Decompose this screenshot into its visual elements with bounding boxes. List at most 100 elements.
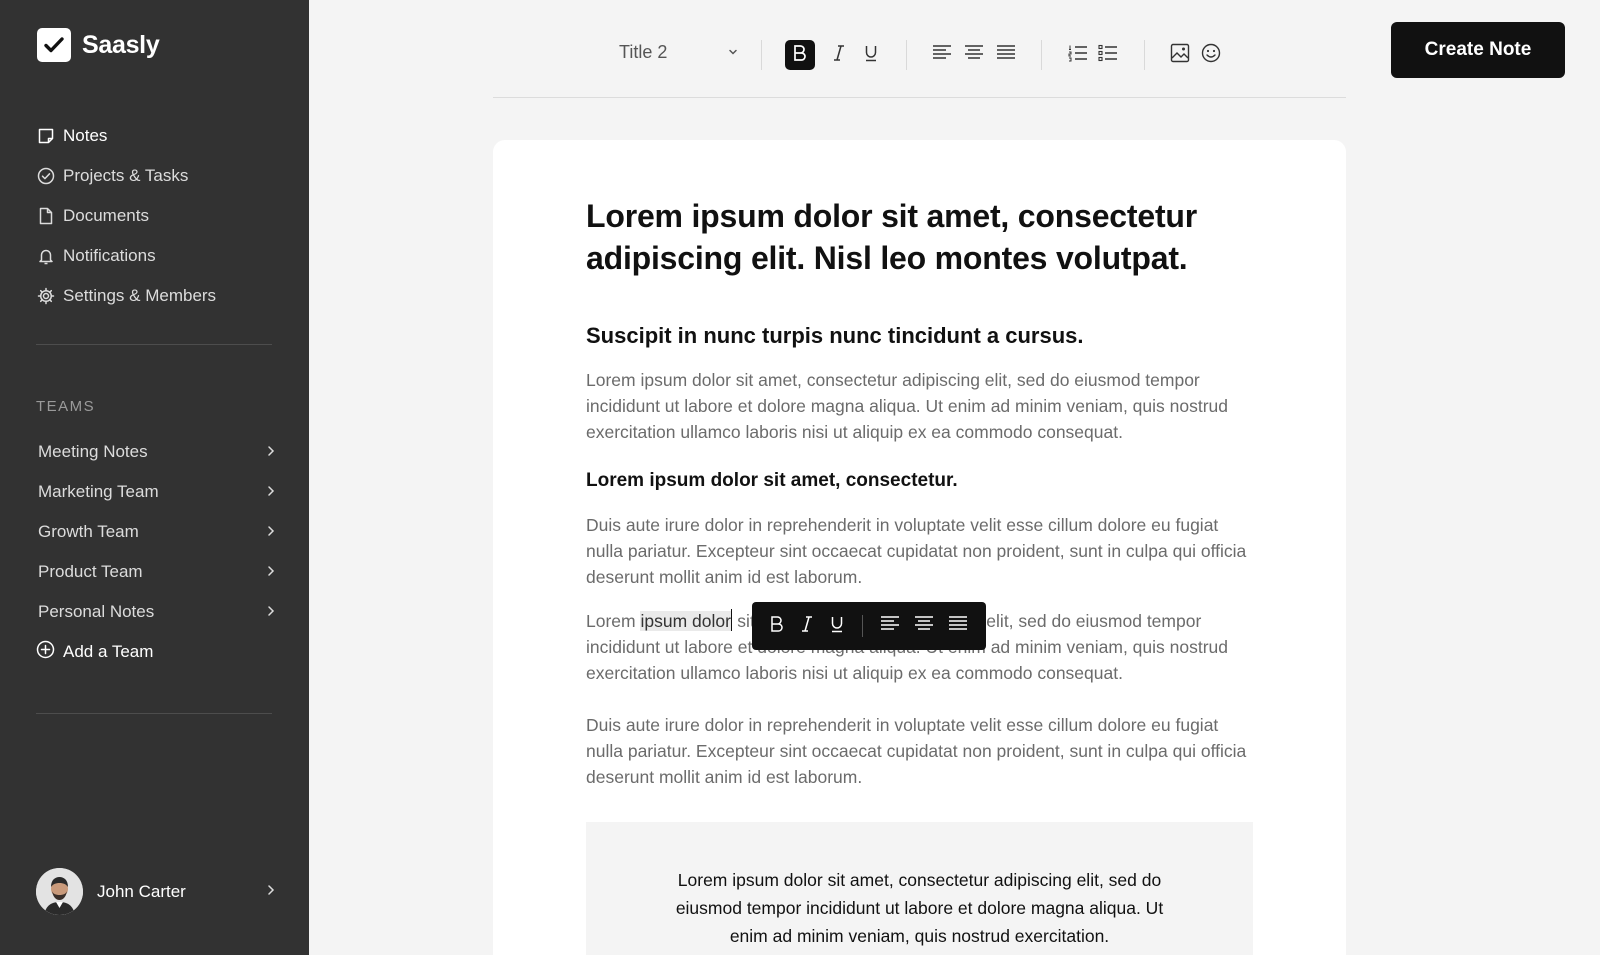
toolbar-separator [761,40,762,70]
nav-item-label: Notes [63,126,108,145]
note-title[interactable]: Lorem ipsum dolor sit amet, consectetur … [586,195,1256,279]
insert-image-button[interactable] [1165,40,1195,70]
toolbar-separator [1041,40,1042,70]
chevron-right-icon [266,482,276,502]
nav-item-notes[interactable]: Notes [36,116,276,156]
underline-button[interactable] [856,40,886,70]
align-center-icon [914,615,934,637]
ordered-list-button[interactable] [1063,40,1093,70]
note-paragraph[interactable]: Duis aute irure dolor in reprehenderit i… [586,512,1256,590]
bullet-list-button[interactable] [1093,40,1123,70]
inline-underline-button[interactable] [822,611,852,641]
chevron-down-icon [727,42,739,63]
nav-item-label: Settings & Members [63,286,217,305]
align-center-button[interactable] [959,40,989,70]
align-justify-icon [948,615,968,637]
selected-text[interactable]: ipsum dolor [640,611,731,631]
nav-item-documents[interactable]: Documents [36,196,276,236]
align-justify-icon [996,44,1016,66]
team-item-product-team[interactable]: Product Team [36,552,276,592]
italic-icon [831,44,847,67]
chevron-right-icon [266,562,276,582]
bold-icon [769,615,785,638]
note-paragraph[interactable]: Duis aute irure dolor in reprehenderit i… [586,712,1256,790]
logo-check-icon [37,28,71,62]
toolbar-separator [1144,40,1145,70]
document-icon [36,207,55,226]
team-label: Meeting Notes [38,442,148,461]
team-item-meeting-notes[interactable]: Meeting Notes [36,432,276,472]
italic-button[interactable] [824,40,854,70]
gear-icon [36,287,55,306]
team-label: Product Team [38,562,143,581]
nav-item-notifications[interactable]: Notifications [36,236,276,276]
bold-icon [792,44,808,67]
underline-icon [829,615,845,638]
quote-block[interactable]: Lorem ipsum dolor sit amet, consectetur … [586,822,1253,955]
align-left-button[interactable] [927,40,957,70]
add-team-label: Add a Team [63,642,154,661]
nav-item-settings-members[interactable]: Settings & Members [36,276,276,316]
team-label: Personal Notes [38,602,155,621]
italic-icon [799,615,815,638]
check-circle-icon [36,167,55,186]
brand-name: Saasly [82,30,160,59]
align-center-icon [964,44,984,66]
inline-align-justify-button[interactable] [943,611,973,641]
align-right-button[interactable] [991,40,1021,70]
emoji-icon [1201,43,1221,68]
image-icon [1170,43,1190,68]
nav-item-projects-tasks[interactable]: Projects & Tasks [36,156,276,196]
chevron-right-icon [266,602,276,622]
team-item-growth-team[interactable]: Growth Team [36,512,276,552]
paragraph-text: Lorem [586,611,641,631]
nav-item-label: Documents [63,206,149,225]
align-left-icon [932,44,952,66]
nav-item-label: Notifications [63,246,156,265]
toolbar-separator [906,40,907,70]
sidebar-divider [36,713,272,714]
inline-italic-button[interactable] [792,611,822,641]
chevron-right-icon [266,442,276,462]
insert-emoji-button[interactable] [1196,40,1226,70]
quote-text: Lorem ipsum dolor sit amet, consectetur … [675,870,1164,946]
note-icon [36,127,55,146]
team-label: Marketing Team [38,482,159,501]
bold-button[interactable] [785,40,815,70]
note-heading-3[interactable]: Lorem ipsum dolor sit amet, consectetur. [586,470,1256,492]
inline-align-center-button[interactable] [909,611,939,641]
plus-circle-icon [36,640,55,664]
bell-icon [36,247,55,266]
teams-list: Meeting Notes Marketing Team Growth Team… [36,432,276,672]
user-profile[interactable]: John Carter [36,868,276,915]
nav-item-label: Projects & Tasks [63,166,189,185]
add-team-button[interactable]: Add a Team [36,632,276,672]
align-left-icon [880,615,900,637]
bullet-list-icon [1098,44,1118,67]
sidebar-divider [36,344,272,345]
note-document[interactable]: Lorem ipsum dolor sit amet, consectetur … [493,140,1346,955]
editor-toolbar: Title 2 [493,30,1346,98]
inline-align-left-button[interactable] [875,611,905,641]
ordered-list-icon [1068,44,1088,67]
inline-toolbar-separator [862,615,863,637]
create-note-button[interactable]: Create Note [1391,22,1565,78]
underline-icon [863,44,879,67]
teams-heading: TEAMS [36,398,96,415]
note-paragraph[interactable]: Lorem ipsum dolor sit amet, consectetur … [586,367,1256,445]
avatar [36,868,83,915]
user-name: John Carter [97,881,186,901]
heading-style-value: Title 2 [619,42,668,62]
team-label: Growth Team [38,522,139,541]
team-item-marketing-team[interactable]: Marketing Team [36,472,276,512]
chevron-right-icon [266,883,276,901]
main-nav: Notes Projects & Tasks Documents Notific… [36,116,276,316]
team-item-personal-notes[interactable]: Personal Notes [36,592,276,632]
chevron-right-icon [266,522,276,542]
inline-bold-button[interactable] [762,611,792,641]
inline-format-toolbar [752,602,986,650]
brand[interactable]: Saasly [37,28,160,62]
sidebar: Saasly Notes Projects & Tasks Documents … [0,0,309,955]
heading-style-select[interactable]: Title 2 [619,42,739,63]
note-heading-2[interactable]: Suscipit in nunc turpis nunc tincidunt a… [586,323,1256,349]
